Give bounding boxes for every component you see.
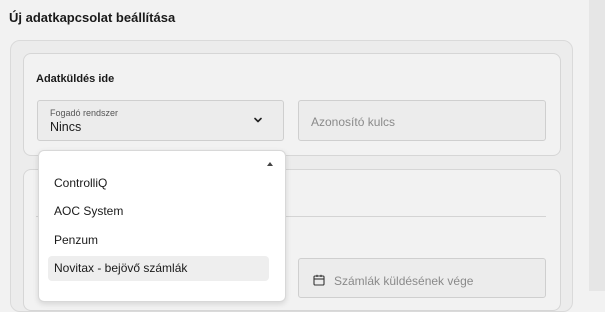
invoice-send-end-date-placeholder: Számlák küldésének vége	[334, 274, 474, 288]
scroll-up-arrow-icon[interactable]	[267, 162, 273, 166]
receiving-system-dropdown[interactable]: - ControlliQ AOC System Penzum Novitax -…	[38, 150, 286, 302]
dropdown-option-novitax[interactable]: Novitax - bejövő számlák	[48, 256, 269, 281]
receiving-system-value: Nincs	[50, 120, 82, 134]
identifier-key-input[interactable]: Azonosító kulcs	[298, 100, 546, 141]
chevron-down-icon	[254, 117, 262, 123]
section-title: Adatküldés ide	[36, 73, 115, 85]
dropdown-partial-item[interactable]: -	[105, 153, 109, 159]
dropdown-option-aoc-system[interactable]: AOC System	[48, 199, 269, 224]
calendar-icon	[313, 274, 325, 286]
receiving-system-select[interactable]: Fogadó rendszer Nincs	[37, 100, 284, 141]
page-title: Új adatkapcsolat beállítása	[9, 10, 176, 25]
receiving-system-label: Fogadó rendszer	[50, 108, 119, 118]
invoice-send-end-date-input[interactable]: Számlák küldésének vége	[298, 258, 546, 298]
identifier-key-placeholder: Azonosító kulcs	[311, 115, 396, 129]
dropdown-option-penzum[interactable]: Penzum	[48, 228, 269, 253]
dropdown-option-controlliq[interactable]: ControlliQ	[48, 171, 269, 196]
scroll-area-strip	[589, 0, 605, 291]
